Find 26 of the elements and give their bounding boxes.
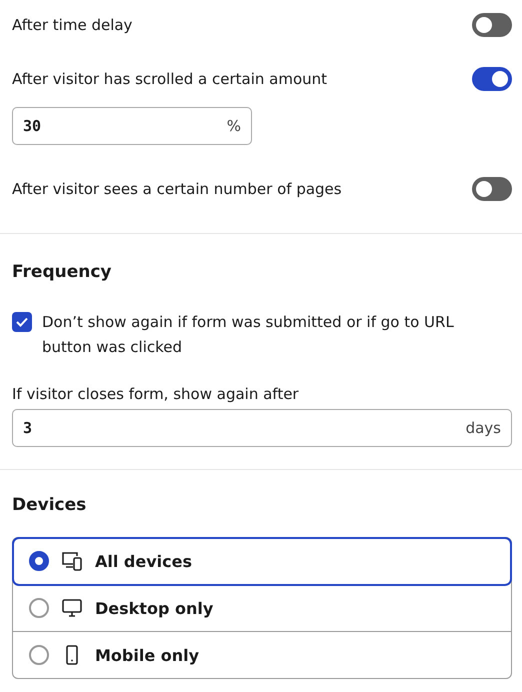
unit-label: days (466, 419, 501, 437)
percent-field[interactable]: 30 % (12, 107, 252, 145)
radio-button[interactable] (29, 551, 49, 571)
device-option[interactable]: Mobile only (13, 632, 511, 678)
device-option[interactable]: All devices (13, 538, 511, 585)
unit-label: % (226, 117, 241, 135)
field-value: 30 (23, 117, 42, 135)
trigger-label: After time delay (12, 16, 132, 34)
monitor-icon (61, 597, 83, 619)
field-value: 3 (23, 419, 32, 437)
devices-icon (61, 550, 83, 572)
toggle-switch[interactable] (472, 13, 512, 37)
field-label: If visitor closes form, show again after (12, 385, 299, 403)
days-field[interactable]: 3 days (12, 409, 512, 447)
radio-button[interactable] (29, 645, 49, 665)
checkbox-label: Don’t show again if form was submitted or if go to URL button was clicked (42, 312, 455, 358)
device-option[interactable]: Desktop only (13, 585, 511, 632)
checkbox[interactable] (12, 312, 32, 332)
trigger-label: After visitor has scrolled a certain amount (12, 70, 328, 88)
radio-button[interactable] (29, 598, 49, 618)
toggle-switch[interactable] (472, 67, 512, 91)
check-icon (16, 317, 28, 327)
section-title: Frequency (12, 262, 113, 282)
toggle-switch[interactable] (472, 177, 512, 201)
trigger-label: After visitor sees a certain number of pages (12, 180, 342, 198)
section-title: Devices (12, 495, 88, 515)
